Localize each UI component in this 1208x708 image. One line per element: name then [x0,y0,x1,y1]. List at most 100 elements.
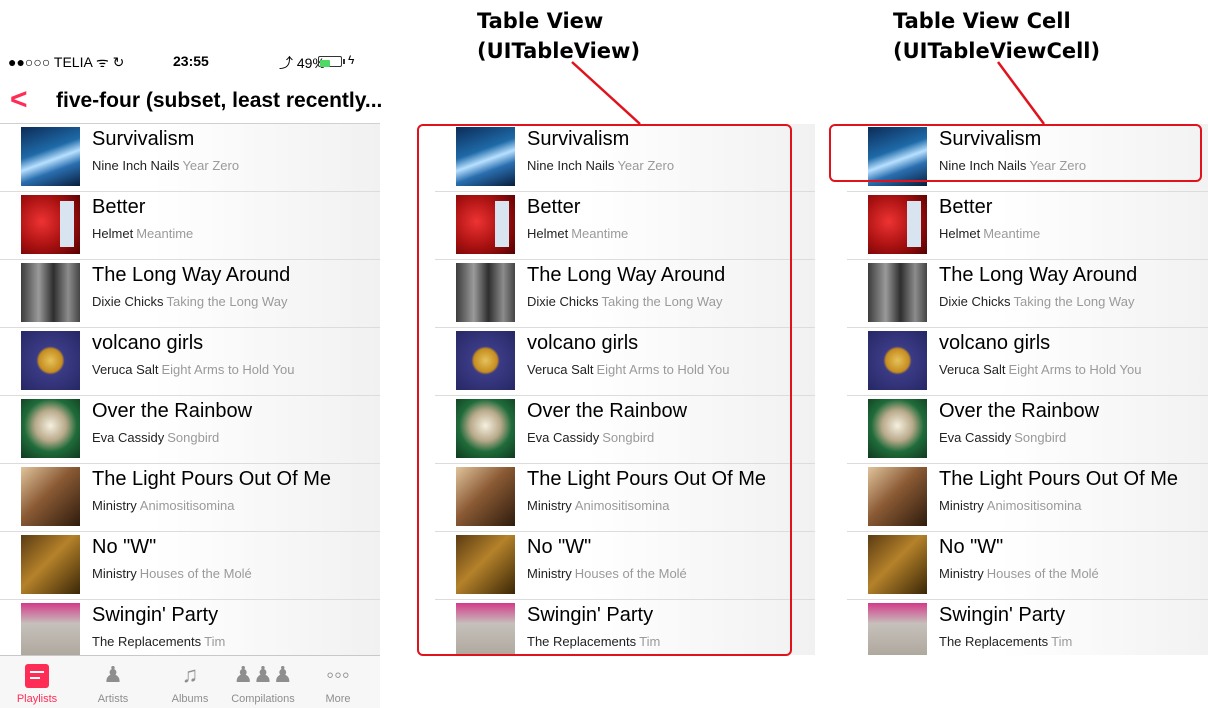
album-art [868,467,927,526]
track-subtitle: Ministry Animositisomina [92,498,234,513]
track-row[interactable]: Better Helmet Meantime [847,192,1208,260]
track-row[interactable]: No "W" Ministry Houses of the Molé [847,532,1208,600]
album-art [868,195,927,254]
album-name: Eight Arms to Hold You [161,362,295,377]
track-row[interactable]: Over the Rainbow Eva Cassidy Songbird [847,396,1208,464]
album-name: Songbird [1014,430,1067,445]
tab-albums[interactable]: ♫ Albums [155,656,225,708]
track-subtitle: Helmet Meantime [92,226,193,241]
tab-label: Artists [97,693,129,705]
callout-line1: Table View Cell [893,9,1071,33]
album-name: Tim [1051,634,1073,649]
clock: 23:55 [173,53,209,69]
track-subtitle: Veruca Salt Eight Arms to Hold You [939,362,1141,377]
more-icon: ◦◦◦ [326,662,350,687]
track-title: The Light Pours Out Of Me [92,468,331,490]
track-row[interactable]: The Long Way Around Dixie Chicks Taking th… [847,260,1208,328]
track-title: Over the Rainbow [939,400,1100,422]
track-row[interactable]: The Light Pours Out Of Me Ministry Animosi… [0,464,380,532]
track-row[interactable]: The Long Way Around Dixie Chicks Taking th… [0,260,380,328]
album-name: Eight Arms to Hold You [1008,362,1142,377]
album-art [21,603,80,655]
album-name: Songbird [167,430,220,445]
track-title: Survivalism [92,128,195,150]
artist-name: Ministry [939,566,984,581]
artist-name: Veruca Salt [92,362,159,377]
battery-icon [318,56,342,67]
back-chevron-icon[interactable]: < [10,84,28,116]
status-bar: ●●○○○ TELIA ᯤ ↻ 23:55 ⤴ 49% ϟ [0,50,380,72]
album-icon: ♫ [181,662,199,687]
navigation-bar: < five-four (subset, least recently... [0,80,383,124]
artist-name: Ministry [939,498,984,513]
track-title: volcano girls [92,332,204,354]
track-subtitle: Veruca Salt Eight Arms to Hold You [92,362,294,377]
track-row[interactable]: Swingin' Party The Replacements Tim [847,600,1208,655]
tab-more[interactable]: ◦◦◦ More [303,656,373,708]
album-art [21,399,80,458]
track-subtitle: The Replacements Tim [92,634,225,649]
album-art [868,603,927,655]
track-row[interactable]: Survivalism Nine Inch Nails Year Zero [0,124,380,192]
tab-artists[interactable]: ♟ Artists [78,656,148,708]
track-table[interactable]: Survivalism Nine Inch Nails Year Zero Bette… [0,124,380,655]
artist-name: Helmet [939,226,981,241]
track-title: No "W" [92,536,157,558]
artist-name: Ministry [92,566,137,581]
album-name: Year Zero [182,158,240,173]
tab-label: More [325,693,351,705]
tab-label: Albums [171,693,209,705]
track-row[interactable]: volcano girls Veruca Salt Eight Arms to Ho… [0,328,380,396]
album-art [21,195,80,254]
track-row[interactable]: Over the Rainbow Eva Cassidy Songbird [0,396,380,464]
carrier-label: ●●○○○ TELIA ᯤ ↻ [8,54,125,70]
track-row[interactable]: Swingin' Party The Replacements Tim [0,600,380,655]
album-art [868,263,927,322]
track-title: The Long Way Around [939,264,1138,286]
table-view-callout: Table View (UITableView) [477,6,640,66]
track-title: Better [939,196,993,218]
album-art [868,399,927,458]
table-view-cell-highlight [829,124,1202,182]
track-title: Swingin' Party [939,604,1066,626]
artist-name: The Replacements [939,634,1049,649]
callout-line1: Table View [477,9,604,33]
artist-name: Helmet [92,226,134,241]
track-title: The Light Pours Out Of Me [939,468,1178,490]
track-row[interactable]: No "W" Ministry Houses of the Molé [0,532,380,600]
album-name: Meantime [136,226,194,241]
tab-compilations[interactable]: ♟♟♟ Compilations [228,656,298,708]
track-row[interactable]: The Light Pours Out Of Me Ministry Animosi… [847,464,1208,532]
album-art [21,263,80,322]
artist-name: Dixie Chicks [92,294,164,309]
track-title: Over the Rainbow [92,400,253,422]
iphone-screen: ●●○○○ TELIA ᯤ ↻ 23:55 ⤴ 49% ϟ < five-fou… [0,0,383,708]
playlist-title: five-four (subset, least recently... [56,89,383,112]
track-subtitle: Ministry Animositisomina [939,498,1081,513]
track-row[interactable]: volcano girls Veruca Salt Eight Arms to Ho… [847,328,1208,396]
compilations-icon: ♟♟♟ [233,662,293,687]
album-art [868,535,927,594]
bolt-icon: ϟ [348,53,355,67]
track-table[interactable]: Survivalism Nine Inch Nails Year Zero Bette… [847,124,1208,655]
album-art [21,535,80,594]
album-name: Tim [204,634,226,649]
track-title: No "W" [939,536,1004,558]
track-subtitle: Dixie Chicks Taking the Long Way [939,294,1134,309]
artist-icon: ♟ [103,662,123,687]
album-art [21,331,80,390]
table-view-cell-illustration: Survivalism Nine Inch Nails Year Zero Bette… [825,0,1208,708]
album-name: Animositisomina [986,498,1082,513]
track-subtitle: Nine Inch Nails Year Zero [92,158,239,173]
album-art [21,127,80,186]
album-art-detail [907,201,921,247]
artist-name: Eva Cassidy [939,430,1012,445]
artist-name: Veruca Salt [939,362,1006,377]
album-name: Meantime [983,226,1041,241]
artist-name: Ministry [92,498,137,513]
tab-label: Compilations [231,693,295,705]
tab-label: Playlists [16,693,58,705]
album-art [868,331,927,390]
tab-playlists[interactable]: Playlists [2,656,72,708]
track-row[interactable]: Better Helmet Meantime [0,192,380,260]
